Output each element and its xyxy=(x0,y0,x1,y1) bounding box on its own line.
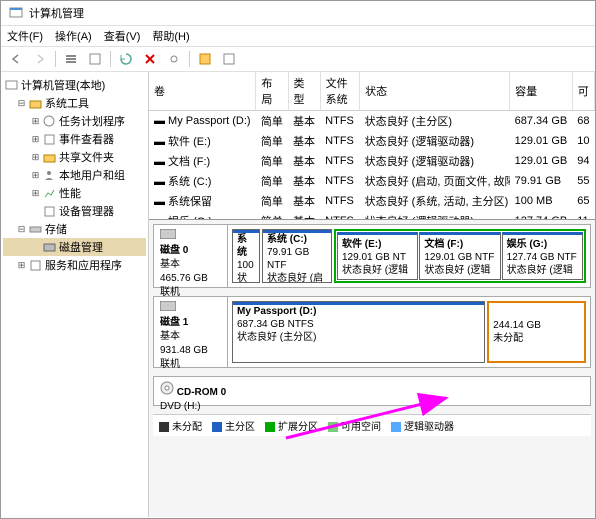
disk-row-1[interactable]: 磁盘 1 基本 931.48 GB 联机 My Passport (D:) 68… xyxy=(153,296,591,368)
tree-performance[interactable]: ⊞性能 xyxy=(3,184,146,202)
settings-icon[interactable] xyxy=(165,50,183,68)
partition[interactable]: 娱乐 (G:) 127.74 GB NTF 状态良好 (逻辑 xyxy=(502,232,583,280)
back-icon[interactable] xyxy=(7,50,25,68)
tree-system-tools[interactable]: ⊟系统工具 xyxy=(3,94,146,112)
col-layout[interactable]: 布局 xyxy=(256,72,288,111)
tree-storage[interactable]: ⊟存储 xyxy=(3,220,146,238)
col-status[interactable]: 状态 xyxy=(360,72,510,111)
forward-icon[interactable] xyxy=(31,50,49,68)
menu-help[interactable]: 帮助(H) xyxy=(152,28,189,44)
tree-local-users[interactable]: ⊞本地用户和组 xyxy=(3,166,146,184)
disk-header: CD-ROM 0 DVD (H:) xyxy=(154,377,590,405)
volume-row[interactable]: ▬ My Passport (D:)简单基本NTFS状态良好 (主分区)687.… xyxy=(149,111,595,132)
tree-disk-management[interactable]: 磁盘管理 xyxy=(3,238,146,256)
partition[interactable]: 系统 (C:) 79.91 GB NTF 状态良好 (启动 xyxy=(262,229,332,283)
delete-icon[interactable] xyxy=(141,50,159,68)
volume-list[interactable]: 卷 布局 类型 文件系统 状态 容量 可 ▬ My Passport (D:)简… xyxy=(149,72,595,220)
partition[interactable]: 软件 (E:) 129.01 GB NT 状态良好 (逻辑 xyxy=(337,232,418,280)
volume-row[interactable]: ▬ 软件 (E:)简单基本NTFS状态良好 (逻辑驱动器)129.01 GB10 xyxy=(149,131,595,151)
disk-header: 磁盘 0 基本 465.76 GB 联机 xyxy=(154,225,228,287)
navigation-tree[interactable]: 计算机管理(本地) ⊟系统工具 ⊞任务计划程序 ⊞事件查看器 ⊞共享文件夹 ⊞本… xyxy=(1,72,149,517)
list-icon[interactable] xyxy=(196,50,214,68)
view-icon[interactable] xyxy=(62,50,80,68)
partition-unallocated[interactable]: 244.14 GB 未分配 xyxy=(487,301,586,363)
volume-row[interactable]: ▬ 系统 (C:)简单基本NTFS状态良好 (启动, 页面文件, 故障转储, 主… xyxy=(149,171,595,191)
help-icon[interactable] xyxy=(220,50,238,68)
window-title: 计算机管理 xyxy=(29,5,84,21)
tree-device-manager[interactable]: 设备管理器 xyxy=(3,202,146,220)
disk-header: 磁盘 1 基本 931.48 GB 联机 xyxy=(154,297,228,367)
col-fs[interactable]: 文件系统 xyxy=(320,72,359,111)
volume-row[interactable]: ▬ 文档 (F:)简单基本NTFS状态良好 (逻辑驱动器)129.01 GB94 xyxy=(149,151,595,171)
legend: 未分配 主分区 扩展分区 可用空间 逻辑驱动器 xyxy=(153,414,591,436)
volume-row[interactable]: ▬ 系统保留简单基本NTFS状态良好 (系统, 活动, 主分区)100 MB65 xyxy=(149,191,595,211)
disk-row-0[interactable]: 磁盘 0 基本 465.76 GB 联机 系统 100 状态 系统 (C:) 7… xyxy=(153,224,591,288)
app-icon xyxy=(9,6,23,20)
tree-root[interactable]: 计算机管理(本地) xyxy=(3,76,146,94)
partition[interactable]: 系统 100 状态 xyxy=(232,229,260,283)
col-free[interactable]: 可 xyxy=(572,72,594,111)
extended-partition: 软件 (E:) 129.01 GB NT 状态良好 (逻辑 文档 (F:) 12… xyxy=(334,229,586,283)
col-type[interactable]: 类型 xyxy=(288,72,320,111)
disk-map: 磁盘 0 基本 465.76 GB 联机 系统 100 状态 系统 (C:) 7… xyxy=(149,220,595,517)
menu-file[interactable]: 文件(F) xyxy=(7,28,43,44)
partition[interactable]: My Passport (D:) 687.34 GB NTFS 状态良好 (主分… xyxy=(232,301,485,363)
tree-event-viewer[interactable]: ⊞事件查看器 xyxy=(3,130,146,148)
tree-services-apps[interactable]: ⊞服务和应用程序 xyxy=(3,256,146,274)
col-capacity[interactable]: 容量 xyxy=(510,72,573,111)
menu-action[interactable]: 操作(A) xyxy=(55,28,92,44)
volume-row[interactable]: ▬ 娱乐 (G:)简单基本NTFS状态良好 (逻辑驱动器)127.74 GB11 xyxy=(149,211,595,220)
menu-view[interactable]: 查看(V) xyxy=(104,28,141,44)
properties-icon[interactable] xyxy=(86,50,104,68)
tree-task-scheduler[interactable]: ⊞任务计划程序 xyxy=(3,112,146,130)
partition[interactable]: 文档 (F:) 129.01 GB NTF 状态良好 (逻辑 xyxy=(419,232,500,280)
col-volume[interactable]: 卷 xyxy=(149,72,256,111)
disk-row-cdrom[interactable]: CD-ROM 0 DVD (H:) xyxy=(153,376,591,406)
refresh-icon[interactable] xyxy=(117,50,135,68)
tree-shared-folders[interactable]: ⊞共享文件夹 xyxy=(3,148,146,166)
